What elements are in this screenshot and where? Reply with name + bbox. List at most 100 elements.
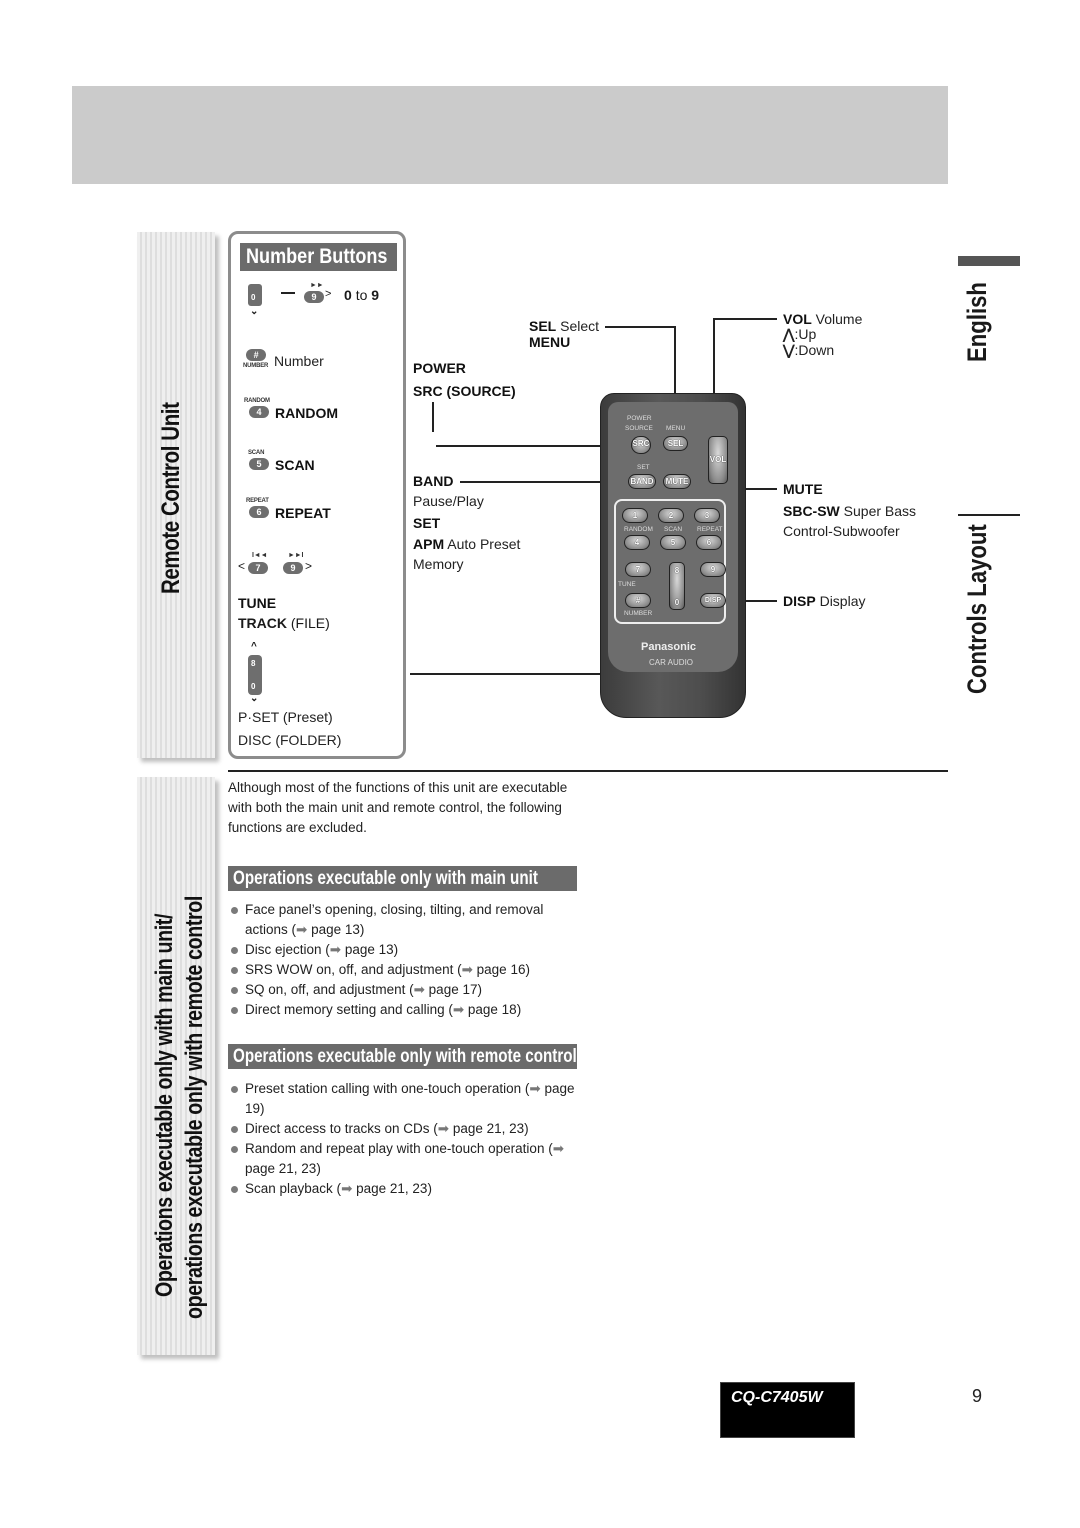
callout-sbc: SBC-SW Super Bass [783,503,917,519]
range-label: 0 to 9 [344,287,380,303]
key-caption: REPEAT [246,498,269,504]
button-label: SCAN [275,457,315,473]
callout-vol-down: ⋁:Down [783,342,835,358]
arrow-right-icon: ➡ [437,1121,450,1136]
intro-paragraph: Although most of the functions of this u… [228,780,568,835]
leader-line-sel [605,326,675,328]
side-tab-title-line2: operations executable only with remote c… [181,896,208,1319]
callout-pause-play: Pause/Play [413,493,484,509]
remote-key-9: 9 [700,562,726,577]
number-buttons-title: Number Buttons [240,243,397,271]
remote-key-hash: # [625,593,651,608]
list-item: Disc ejection (➡ page 13) [228,940,588,960]
arrow-right-icon: ➡ [296,922,308,937]
callout-src: SRC (SOURCE) [413,383,516,399]
callout-disp: DISP Display [783,593,866,609]
remote-source-label: SOURCE [625,425,653,432]
callout-power: POWER [413,360,466,376]
remote-scan-label: SCAN [664,526,683,533]
button-label: Number [274,353,324,369]
model-badge: CQ-C7405W [720,1382,855,1438]
arrow-right-icon: ➡ [552,1141,565,1156]
chevron-right-icon: > [325,288,332,300]
model-number: CQ-C7405W [731,1389,823,1406]
key-6-icon: 6 [249,506,269,518]
callout-vol-up: ⋀:Up [783,326,817,342]
remote-sel-button: SEL [663,436,688,451]
language-marker-bar [958,256,1020,266]
remote-key-4: 4 [624,535,650,550]
remote-band-button: BAND [628,474,656,489]
heading-main-unit-only: Operations executable only with main uni… [228,866,577,891]
remote-key-7: 7 [625,562,651,577]
leader-line-number-group [410,673,630,675]
arrow-right-icon: ➡ [413,982,425,997]
remote-key-8-0-rocker: 80 [669,562,685,610]
remote-set-label: SET [637,464,650,471]
arrow-right-icon: ➡ [452,1002,465,1017]
rocker-8-0-icon: 8 0 [248,655,262,695]
heading-remote-only: Operations executable only with remote c… [228,1044,577,1069]
callout-sel: SEL Select [529,318,600,334]
remote-mute-button: MUTE [663,474,691,489]
key-5-icon: 5 [249,458,269,470]
remote-subtitle: CAR AUDIO [649,658,694,667]
callout-vol: VOL Volume [783,311,863,327]
tune-label: TUNE [238,595,277,611]
side-tab-remote-control-unit: Remote Control Unit [137,232,215,758]
chevron-up-icon: ^ [251,641,257,652]
key-caption: RANDOM [244,398,270,404]
button-label: RANDOM [275,405,338,421]
key-4-icon: 4 [249,406,269,418]
prev-track-icon: I◄◄ [252,552,268,559]
remote-key-1: 1 [622,508,648,523]
chevron-down-icon: ⌄ [250,693,259,704]
chevron-up-icon: ⋀ [783,326,795,342]
remote-tune-label: TUNE [618,581,636,588]
header-banner [72,86,948,184]
chevron-down-icon: ⋁ [783,342,795,358]
remote-only-list: Preset station calling with one-touch op… [228,1079,588,1199]
language-label: English [962,282,992,362]
arrow-right-icon: ➡ [461,962,473,977]
remote-key-3: 3 [694,508,720,523]
remote-src-button: SRC [631,436,651,454]
track-label: TRACK (FILE) [238,615,330,631]
chevron-right-icon: > [305,559,313,573]
key-caption: NUMBER [243,363,269,369]
remote-key-5: 5 [660,535,686,550]
dash-separator [281,292,295,294]
section-divider [958,514,1020,516]
next-track-icon: ►► [310,282,324,289]
number-buttons-panel: Number Buttons 0 ⌄ ►► 9 > 0 to 9 # NUMBE… [228,231,406,759]
list-item: Preset station calling with one-touch op… [228,1079,588,1119]
list-item: SQ on, off, and adjustment (➡ page 17) [228,980,588,1000]
remote-number-label: NUMBER [624,610,653,617]
callout-apm: APM Auto Preset [413,536,521,552]
remote-menu-label: MENU [666,425,686,432]
key-9-icon: 9 [304,291,324,303]
list-item: Face panel’s opening, closing, tilting, … [228,900,588,940]
pset-label: P·SET (Preset) [238,709,333,725]
arrow-right-icon: ➡ [529,1081,541,1096]
list-item: Direct access to tracks on CDs (➡ page 2… [228,1119,588,1139]
arrow-right-icon: ➡ [329,942,342,957]
button-label: REPEAT [275,505,331,521]
page-number: 9 [972,1386,983,1406]
remote-key-6: 6 [696,535,722,550]
callout-memory: Memory [413,556,464,572]
side-tab-title-line1: Operations executable only with main uni… [151,913,178,1297]
chevron-down-icon: ⌄ [250,306,259,317]
callout-mute: MUTE [783,481,823,497]
list-item: Direct memory setting and calling (➡ pag… [228,1000,588,1020]
leader-line-vol [713,318,777,320]
key-7-icon: 7 [248,562,268,574]
chevron-left-icon: < [238,559,246,573]
key-0-icon: 0 [248,284,262,306]
remote-vol-rocker: VOL [708,436,728,484]
key-hash-icon: # [246,349,266,361]
callout-menu: MENU [529,334,571,350]
list-item: Random and repeat play with one-touch op… [228,1139,588,1179]
section-title: Controls Layout [962,524,992,694]
remote-key-2: 2 [658,508,684,523]
